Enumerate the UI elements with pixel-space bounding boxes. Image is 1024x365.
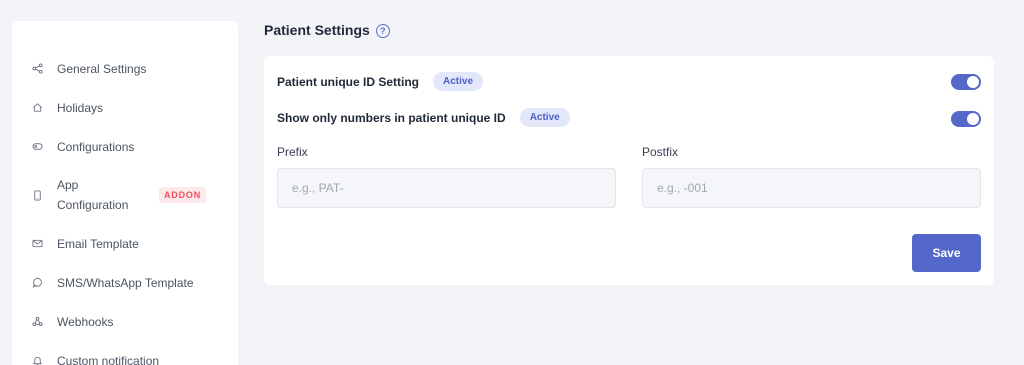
toggle-knob — [967, 113, 979, 125]
numbers-only-setting-row: Show only numbers in patient unique ID A… — [277, 108, 570, 127]
numbers-only-setting-label: Show only numbers in patient unique ID — [277, 110, 506, 125]
sidebar-item-general-settings[interactable]: General Settings — [12, 49, 238, 88]
share-nodes-icon — [31, 63, 43, 75]
help-icon[interactable]: ? — [375, 23, 390, 38]
page-title-text: Patient Settings — [264, 22, 370, 38]
sidebar-item-app-configuration[interactable]: App Configuration ADDON — [12, 166, 238, 224]
sidebar-menu: General Settings Holidays Configurations… — [12, 21, 238, 365]
status-badge: Active — [433, 72, 484, 91]
sidebar-item-label: Custom notification — [57, 353, 160, 365]
envelope-icon — [31, 238, 43, 250]
tag-icon — [31, 141, 43, 153]
unique-id-toggle[interactable] — [951, 74, 981, 90]
sidebar-item-email-template[interactable]: Email Template — [12, 224, 238, 263]
postfix-input[interactable] — [642, 168, 981, 208]
sidebar-item-label: Holidays — [57, 100, 104, 115]
settings-sidebar: General Settings Holidays Configurations… — [12, 21, 238, 365]
mobile-icon — [31, 189, 43, 201]
sidebar-item-custom-notification[interactable]: Custom notification — [12, 341, 238, 365]
status-badge: Active — [519, 108, 570, 127]
bell-icon — [31, 355, 43, 365]
unique-id-setting-label: Patient unique ID Setting — [277, 74, 420, 89]
save-button[interactable]: Save — [912, 234, 981, 272]
toggle-knob — [967, 76, 979, 88]
sidebar-item-holidays[interactable]: Holidays — [12, 88, 238, 127]
prefix-input[interactable] — [277, 168, 616, 208]
postfix-label: Postfix — [642, 145, 679, 159]
page-title: Patient Settings ? — [264, 22, 390, 38]
sidebar-item-label: SMS/WhatsApp Template — [57, 275, 194, 290]
sidebar-item-label: App Configuration — [57, 178, 129, 212]
webhook-icon — [31, 316, 43, 328]
sidebar-item-sms-whatsapp-template[interactable]: SMS/WhatsApp Template — [12, 263, 238, 302]
patient-settings-card: Patient unique ID Setting Active Show on… — [264, 56, 994, 285]
prefix-label: Prefix — [277, 145, 308, 159]
sidebar-item-webhooks[interactable]: Webhooks — [12, 302, 238, 341]
sidebar-item-label: General Settings — [57, 61, 147, 76]
addon-badge: ADDON — [159, 187, 206, 203]
numbers-only-toggle[interactable] — [951, 111, 981, 127]
sidebar-item-label: Email Template — [57, 236, 139, 251]
unique-id-setting-row: Patient unique ID Setting Active — [277, 72, 484, 91]
sidebar-item-label: Configurations — [57, 139, 135, 154]
chat-bubble-icon — [31, 277, 43, 289]
sidebar-item-label: Webhooks — [57, 314, 114, 329]
home-icon — [31, 102, 43, 114]
sidebar-item-configurations[interactable]: Configurations — [12, 127, 238, 166]
